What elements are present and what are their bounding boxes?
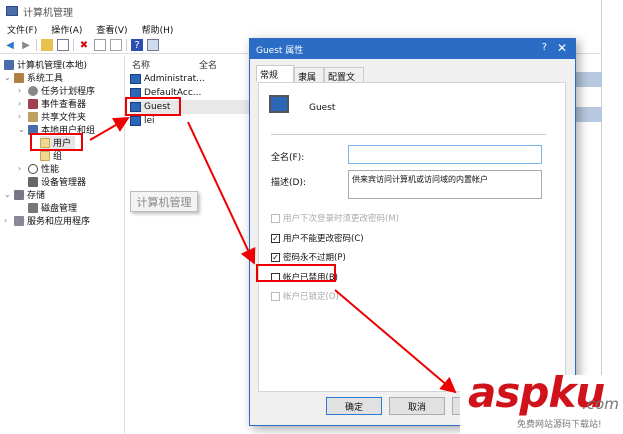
arrow-users-to-guest <box>89 116 130 141</box>
watermark-slogan: 免费网站源码下载站! <box>517 420 602 430</box>
arrow-checkbox-to-ok <box>334 289 457 394</box>
watermark-domain: .com <box>582 395 619 413</box>
tab-general[interactable]: 常规 <box>256 65 294 82</box>
arrow-guest-to-checkbox <box>187 121 256 265</box>
